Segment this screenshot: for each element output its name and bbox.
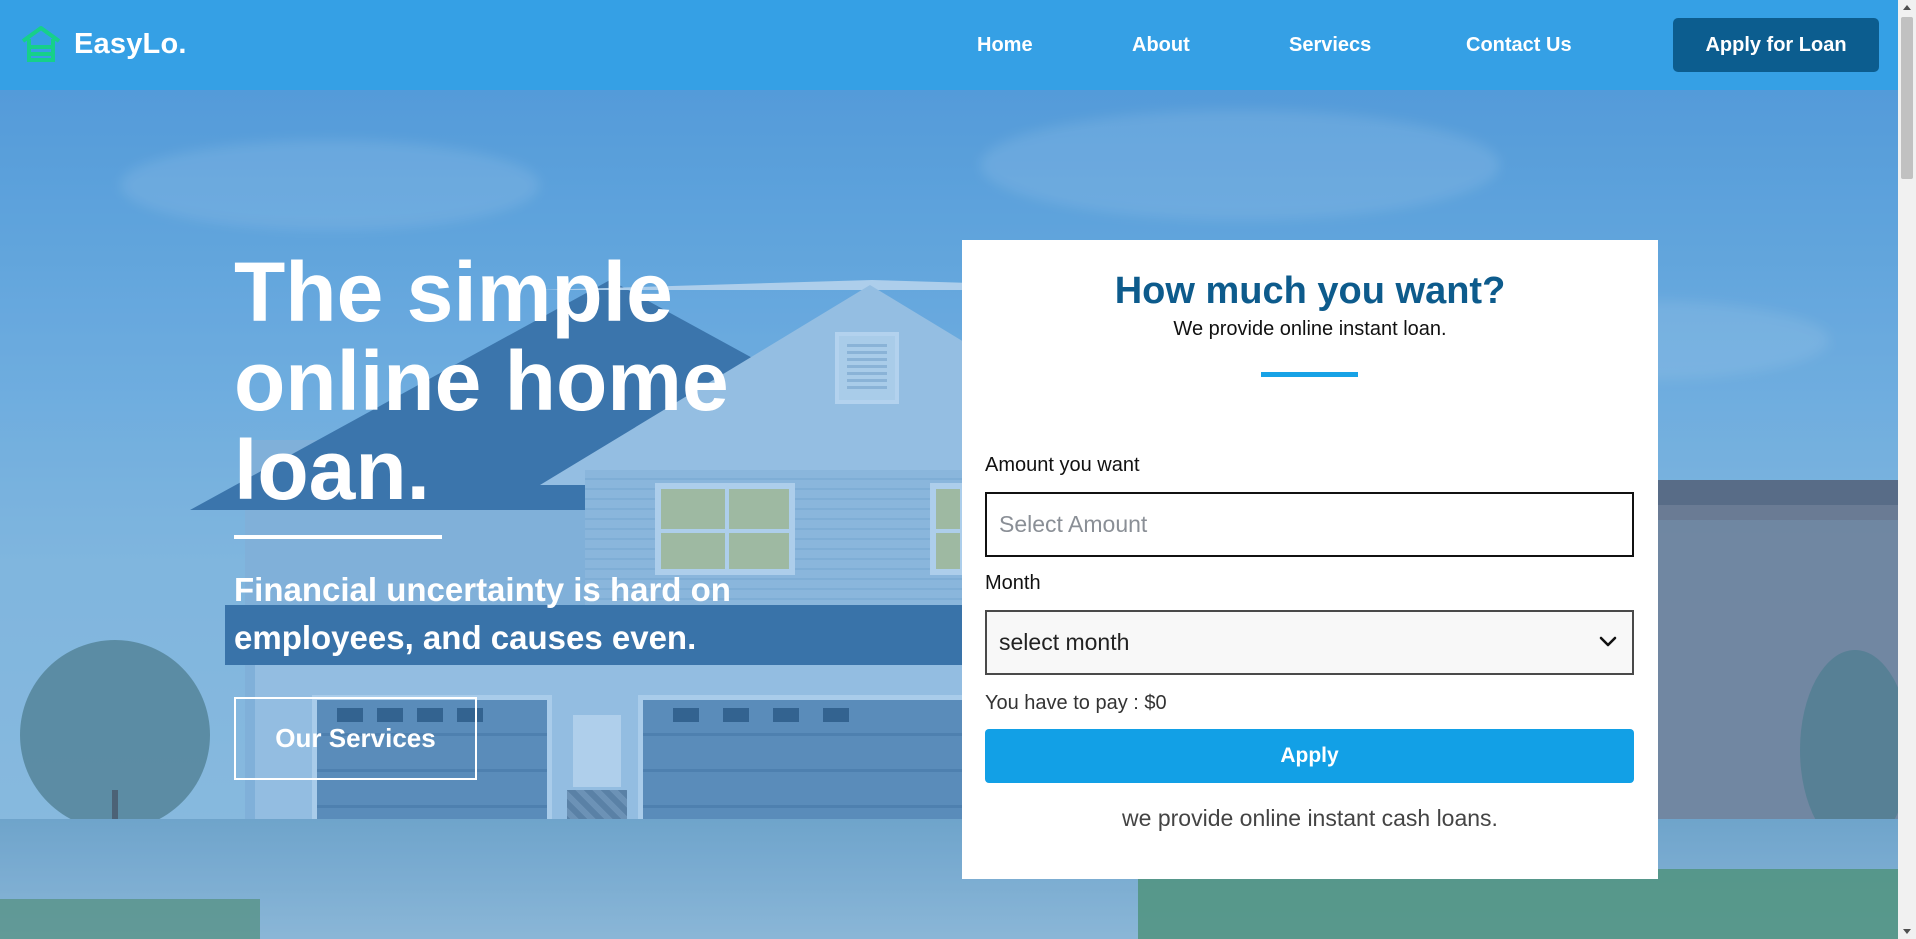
- hero-divider: [234, 535, 442, 539]
- form-title: How much you want?: [1114, 270, 1506, 312]
- month-label: Month: [985, 572, 1041, 594]
- scroll-down-icon[interactable]: [1903, 929, 1911, 934]
- our-services-button[interactable]: Our Services: [234, 697, 477, 780]
- apply-for-loan-button[interactable]: Apply for Loan: [1673, 18, 1879, 72]
- nav-link-about[interactable]: About: [1132, 34, 1190, 57]
- chevron-down-icon: [1599, 636, 1617, 647]
- nav-link-contact[interactable]: Contact Us: [1466, 34, 1572, 57]
- amount-input[interactable]: [985, 492, 1634, 557]
- month-select-value: select month: [999, 629, 1130, 655]
- brand-logo[interactable]: EasyLo.: [20, 25, 187, 63]
- payment-summary: You have to pay : $0: [985, 692, 1167, 715]
- brand-name: EasyLo.: [74, 27, 187, 60]
- form-divider: [1261, 372, 1358, 377]
- hero-title: The simple online home loan.: [234, 248, 834, 515]
- nav-link-home[interactable]: Home: [977, 34, 1033, 57]
- payment-label: You have to pay :: [985, 692, 1145, 714]
- apply-button[interactable]: Apply: [985, 729, 1634, 783]
- navbar: EasyLo. Home About Serviecs Contact Us A…: [0, 0, 1898, 90]
- payment-amount: $0: [1144, 692, 1167, 714]
- nav-link-services[interactable]: Serviecs: [1289, 34, 1371, 57]
- amount-label: Amount you want: [985, 454, 1140, 476]
- scrollbar[interactable]: [1898, 0, 1916, 939]
- hero-title-line: online home: [234, 334, 729, 428]
- hero-title-line: The simple: [234, 245, 673, 339]
- scroll-up-icon[interactable]: [1903, 5, 1911, 10]
- hero-title-line: loan.: [234, 423, 431, 517]
- scrollbar-thumb[interactable]: [1901, 17, 1913, 179]
- hero-subtitle: Financial uncertainty is hard on employe…: [234, 571, 731, 656]
- form-footer-text: we provide online instant cash loans.: [1122, 805, 1498, 831]
- home-icon: [21, 26, 61, 62]
- loan-form-card: How much you want? We provide online ins…: [962, 240, 1658, 879]
- form-subtitle: We provide online instant loan.: [1173, 318, 1447, 340]
- month-select[interactable]: select month: [985, 610, 1634, 675]
